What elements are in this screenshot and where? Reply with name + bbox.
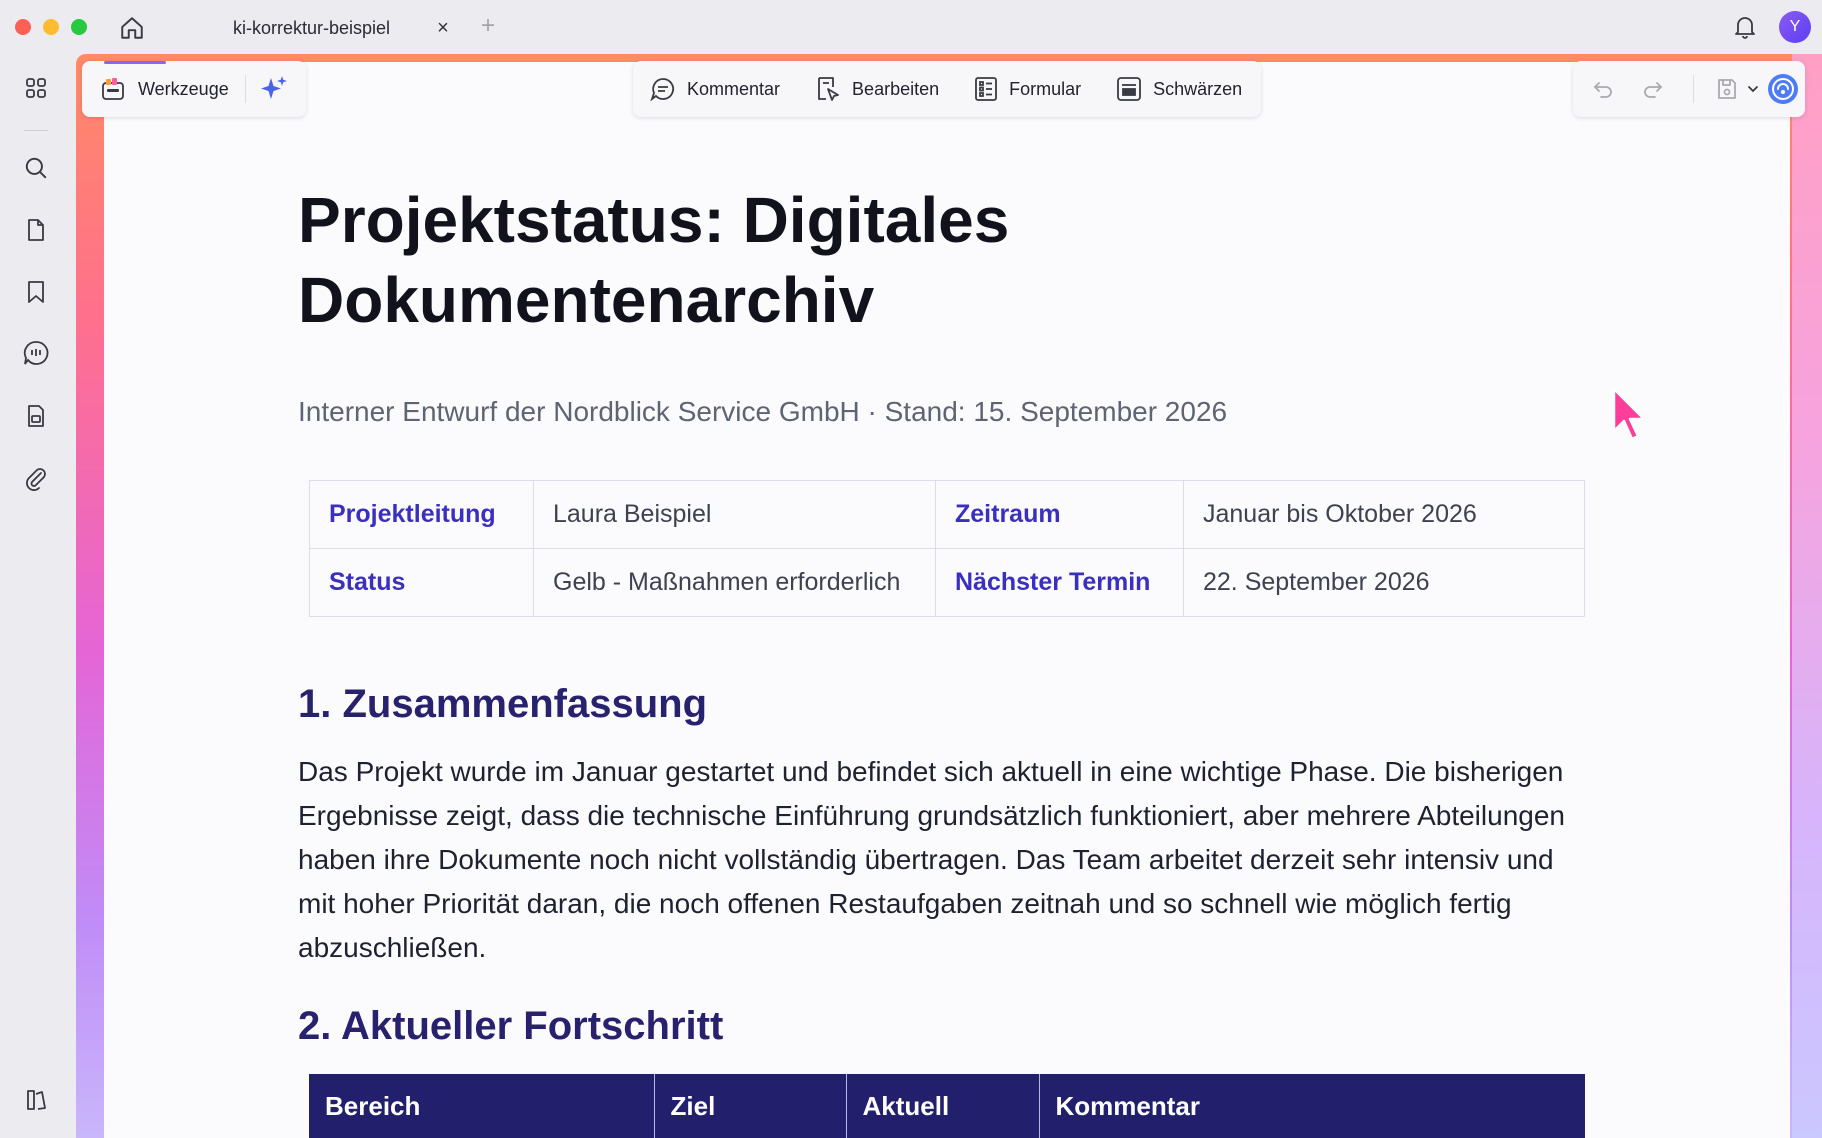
mouse-cursor-icon: [1612, 387, 1646, 441]
ai-assistant-icon: [1768, 74, 1798, 104]
zoom-window-button[interactable]: [71, 19, 87, 35]
home-icon: [121, 17, 143, 39]
title-bar: ki-korrektur-beispiel × + Y: [0, 0, 1822, 54]
undo-button[interactable]: [1585, 71, 1621, 107]
toolbox-icon: [102, 78, 124, 100]
save-options-dropdown[interactable]: [1741, 71, 1765, 107]
table-row: Projektleitung Laura Beispiel Zeitraum J…: [309, 480, 1585, 549]
sparkle-icon: [260, 76, 287, 99]
info-value: Laura Beispiel: [533, 480, 936, 549]
redact-mode-label: Schwärzen: [1153, 78, 1243, 99]
search-icon: [25, 157, 47, 179]
thumbnails-button[interactable]: [18, 70, 54, 106]
info-value: Januar bis Oktober 2026: [1183, 480, 1585, 549]
pages-button[interactable]: [18, 212, 54, 248]
table-header-row: Bereich Ziel Aktuell Kommentar: [309, 1074, 1585, 1138]
stamp-icon: [28, 405, 44, 427]
notifications-button[interactable]: [1730, 12, 1760, 42]
info-key: Nächster Termin: [935, 548, 1184, 617]
loading-indicator: [104, 61, 166, 64]
chevron-down-icon: [1748, 86, 1758, 93]
redo-icon: [1644, 82, 1663, 98]
tab-title: ki-korrektur-beispiel: [233, 17, 391, 38]
form-mode-label: Formular: [1009, 78, 1082, 99]
redact-icon: [1117, 77, 1142, 101]
comment-mode-label: Kommentar: [687, 78, 781, 99]
search-button[interactable]: [18, 150, 54, 186]
info-key: Status: [309, 548, 534, 617]
ai-assistant-button[interactable]: [1765, 71, 1801, 107]
comment-mode-button[interactable]: Kommentar: [649, 69, 780, 109]
sidebar-toggle-icon: [27, 1090, 46, 1110]
toolbar-divider: [1693, 75, 1694, 103]
document-title: Projektstatus: Digitales Dokumentenarchi…: [298, 184, 1010, 336]
tab-close-button[interactable]: ×: [431, 16, 455, 40]
column-header: Aktuell: [846, 1074, 1040, 1138]
minimize-window-button[interactable]: [43, 19, 59, 35]
toolbar-divider: [244, 75, 246, 103]
actions-toolbar: [1573, 61, 1805, 117]
comments-button[interactable]: [18, 335, 54, 371]
tools-toolbar: Werkzeuge: [82, 61, 306, 117]
info-key: Projektleitung: [309, 480, 534, 549]
info-value: 22. September 2026: [1183, 548, 1585, 617]
comment-icon: [650, 78, 675, 102]
document-subtitle: Interner Entwurf der Nordblick Service G…: [298, 396, 1228, 427]
new-tab-button[interactable]: +: [474, 12, 502, 40]
redo-button[interactable]: [1635, 71, 1671, 107]
bookmarks-button[interactable]: [18, 274, 54, 310]
ai-tools-button[interactable]: [256, 71, 292, 107]
section-heading-progress: 2. Aktueller Fortschritt: [298, 1004, 724, 1048]
tools-button[interactable]: Werkzeuge: [100, 69, 229, 109]
edit-icon: [818, 77, 839, 101]
bookmark-icon: [28, 281, 44, 303]
comment-icon: [23, 341, 49, 365]
left-sidebar: [0, 54, 72, 1138]
info-key: Zeitraum: [935, 480, 1184, 549]
undo-icon: [1593, 82, 1612, 98]
table-row: Status Gelb - Maßnahmen erforderlich Näc…: [309, 548, 1585, 617]
page-icon: [28, 219, 44, 241]
save-button[interactable]: [1709, 71, 1745, 107]
column-header: Ziel: [654, 1074, 847, 1138]
redact-mode-button[interactable]: Schwärzen: [1115, 69, 1242, 109]
info-value: Gelb - Maßnahmen erforderlich: [533, 548, 936, 617]
project-info-table: Projektleitung Laura Beispiel Zeitraum J…: [309, 480, 1585, 617]
grid-icon: [26, 78, 46, 98]
home-button[interactable]: [116, 12, 148, 44]
attachments-button[interactable]: [18, 460, 54, 496]
paperclip-icon: [26, 468, 46, 491]
save-icon: [1718, 79, 1736, 99]
form-mode-button[interactable]: Formular: [973, 69, 1081, 109]
bell-icon: [1735, 17, 1755, 39]
close-window-button[interactable]: [15, 19, 31, 35]
stamps-button[interactable]: [18, 398, 54, 434]
summary-paragraph: Das Projekt wurde im Januar gestartet un…: [298, 756, 1565, 963]
form-icon: [975, 77, 998, 101]
column-header: Bereich: [309, 1074, 655, 1138]
sidebar-toggle-button[interactable]: [18, 1082, 54, 1118]
edit-mode-label: Bearbeiten: [852, 78, 940, 99]
user-avatar[interactable]: Y: [1779, 11, 1811, 43]
section-heading-summary: 1. Zusammenfassung: [298, 682, 708, 726]
sidebar-divider: [24, 130, 48, 131]
document-tab[interactable]: ki-korrektur-beispiel ×: [205, 8, 455, 48]
column-header: Kommentar: [1039, 1074, 1585, 1138]
progress-table: Bereich Ziel Aktuell Kommentar: [309, 1074, 1585, 1138]
tools-label: Werkzeuge: [138, 78, 229, 99]
edit-mode-button[interactable]: Bearbeiten: [814, 69, 939, 109]
mode-toolbar: Kommentar Bearbeiten Formular Schwärzen: [633, 61, 1261, 117]
